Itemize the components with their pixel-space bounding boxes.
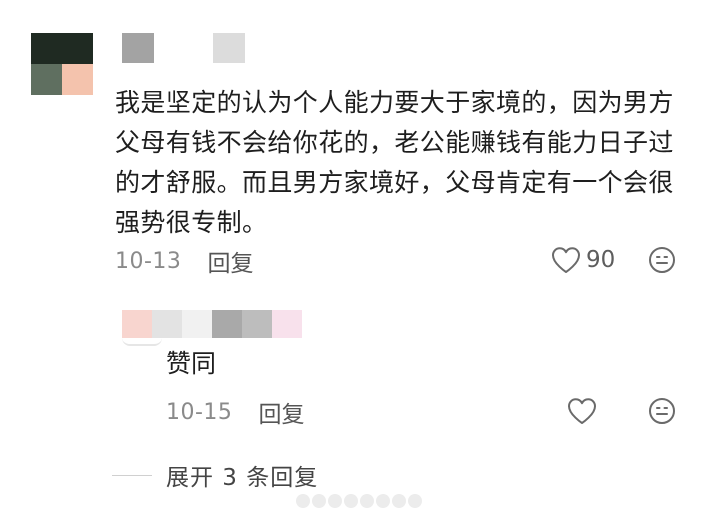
- username-censored-block: [152, 310, 182, 338]
- reply-button[interactable]: 回复: [207, 244, 253, 278]
- like-count: 90: [586, 247, 616, 273]
- avatar-pixel: [62, 64, 93, 95]
- reply-meta: 10-15 回复: [166, 395, 304, 429]
- watermark: [296, 490, 426, 512]
- avatar-pixel: [31, 64, 62, 95]
- comment-date: 10-13: [115, 248, 182, 274]
- username-censored-block: [122, 310, 152, 338]
- divider: [112, 474, 152, 476]
- watermark-dot: [296, 494, 310, 508]
- comment-meta: 10-13 回复: [115, 244, 253, 278]
- username-censored-block: [242, 310, 272, 338]
- avatar-pixel: [31, 33, 93, 64]
- username-censored-block: [272, 310, 302, 338]
- reply-avatar-edge: [122, 338, 162, 346]
- smiley-face-icon[interactable]: [648, 397, 676, 425]
- expand-replies-label: 展开 3 条回复: [166, 465, 319, 491]
- username-censored-block: [212, 310, 242, 338]
- watermark-dot: [328, 494, 342, 508]
- avatar[interactable]: [31, 33, 93, 95]
- watermark-dot: [312, 494, 326, 508]
- expand-replies-button[interactable]: 展开 3 条回复: [112, 458, 318, 492]
- like-button[interactable]: 90: [550, 244, 615, 276]
- heart-outline-icon[interactable]: [566, 396, 598, 426]
- comment-text: 我是坚定的认为个人能力要大于家境的，因为男方父母有钱不会给你花的，老公能赚钱有能…: [115, 88, 674, 237]
- heart-outline-icon: [552, 247, 580, 273]
- watermark-dot: [376, 494, 390, 508]
- reply-username-censored[interactable]: [122, 310, 302, 338]
- username-censored-block[interactable]: [213, 33, 245, 63]
- reply-button[interactable]: 回复: [258, 395, 304, 429]
- watermark-dot: [392, 494, 406, 508]
- watermark-dot: [360, 494, 374, 508]
- reply-text: 赞同: [166, 349, 217, 378]
- reply-date: 10-15: [166, 399, 233, 425]
- username-censored-block: [182, 310, 212, 338]
- smiley-face-icon[interactable]: [648, 246, 676, 274]
- watermark-dot: [408, 494, 422, 508]
- username-censored-block[interactable]: [122, 33, 154, 63]
- watermark-dot: [344, 494, 358, 508]
